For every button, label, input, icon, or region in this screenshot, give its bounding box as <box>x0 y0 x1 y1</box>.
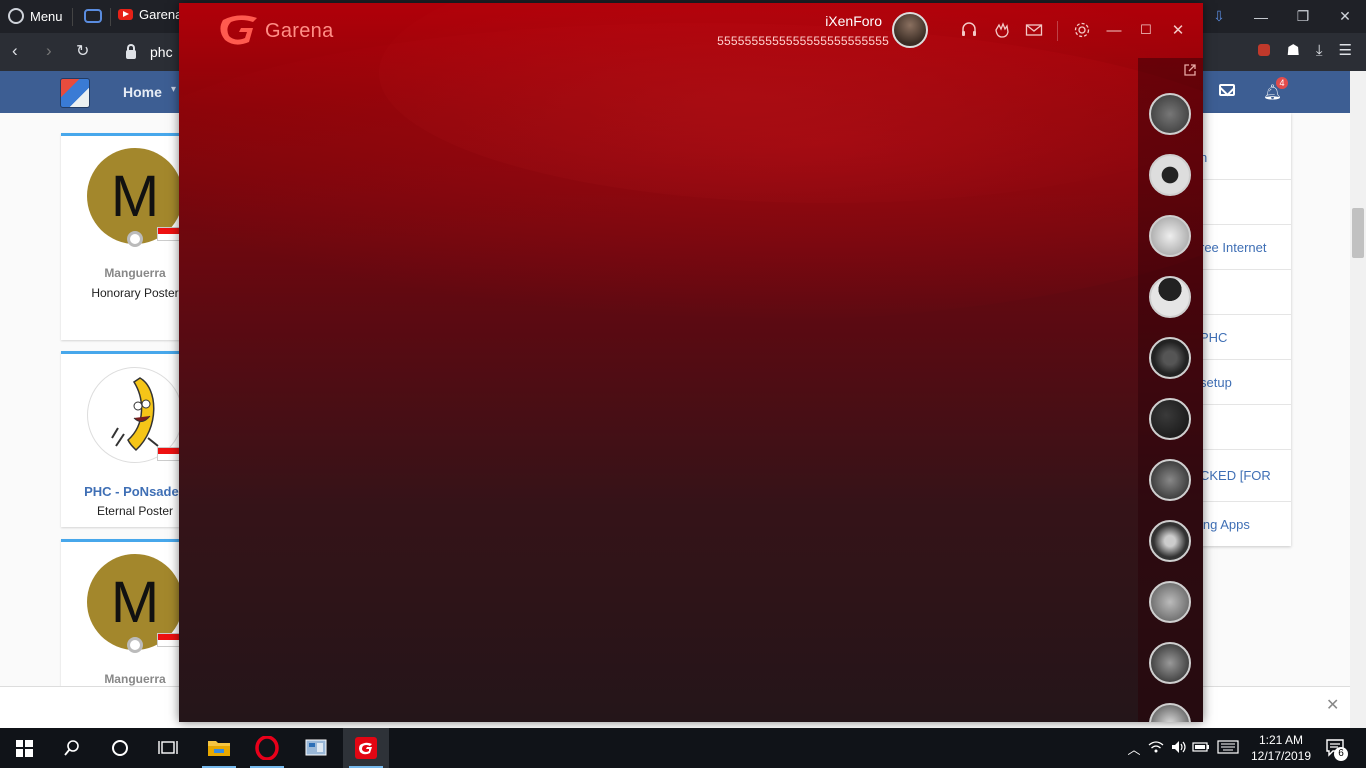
lock-icon <box>126 43 136 59</box>
close-icon[interactable]: ✕ <box>1169 21 1187 39</box>
chevron-down-icon[interactable]: ▾ <box>171 84 176 95</box>
forward-icon[interactable]: › <box>46 41 52 61</box>
mail-icon[interactable] <box>1219 84 1235 96</box>
online-status-icon <box>127 637 143 653</box>
profile-avatar[interactable] <box>892 12 928 48</box>
maximize-icon[interactable]: ☐ <box>1137 21 1155 39</box>
system-clock[interactable]: 1:21 AM 12/17/2019 <box>1246 732 1316 764</box>
hand-icon[interactable] <box>993 21 1011 39</box>
opera-menu-label: Menu <box>30 8 63 24</box>
friend-avatar[interactable] <box>1149 93 1191 135</box>
windows-icon <box>15 739 33 757</box>
friend-avatar[interactable] <box>1149 520 1191 562</box>
friend-avatar[interactable] <box>1149 154 1191 196</box>
window-controls: ⇩ — ❐ ✕ <box>1198 0 1366 33</box>
headset-icon[interactable] <box>960 21 978 39</box>
cortana-icon[interactable] <box>96 728 144 768</box>
profile-status[interactable]: 5555555555555555555555555 <box>699 34 889 48</box>
minimize-icon[interactable]: — <box>1240 0 1282 33</box>
tab-garena[interactable]: Garena <box>118 7 182 22</box>
chevron-up-icon[interactable]: ︿ <box>1124 739 1144 758</box>
flow-icon[interactable]: ⇩ <box>1198 0 1240 33</box>
extensions-bar: ☗ ⤓ ☰ <box>1258 41 1366 59</box>
extension-icon[interactable] <box>1258 44 1271 56</box>
friend-avatar[interactable] <box>1149 642 1191 684</box>
friend-avatar[interactable] <box>1149 398 1191 440</box>
download-icon[interactable]: ⤓ <box>1316 42 1323 59</box>
reload-icon[interactable]: ↻ <box>76 41 89 61</box>
file-explorer-icon[interactable] <box>196 728 242 768</box>
tab-title: Garena <box>139 7 183 22</box>
battery-icon[interactable] <box>1190 741 1212 756</box>
opera-icon <box>8 8 24 24</box>
clock-date: 12/17/2019 <box>1250 749 1312 763</box>
scrollbar-thumb[interactable] <box>1352 208 1364 258</box>
tab-separator <box>110 8 111 26</box>
clock-time: 1:21 AM <box>1258 733 1304 747</box>
task-view-icon[interactable] <box>144 728 192 768</box>
tab-separator <box>72 8 73 26</box>
friend-avatar[interactable] <box>1149 276 1191 318</box>
taskbar: ︿ 1:21 AM 12/17/2019 6 <box>0 728 1366 768</box>
page-scrollbar[interactable] <box>1350 71 1366 728</box>
online-status-icon <box>127 231 143 247</box>
flag-icon <box>157 227 181 241</box>
youtube-icon <box>118 9 133 20</box>
easy-setup-icon[interactable]: ☰ <box>1339 41 1352 59</box>
gaming-tab-icon[interactable] <box>84 9 102 23</box>
friend-avatar[interactable] <box>1149 581 1191 623</box>
back-icon[interactable]: ‹ <box>12 41 18 61</box>
popout-icon[interactable] <box>1183 63 1197 77</box>
keyboard-icon[interactable] <box>1212 739 1244 757</box>
garena-brand: Garena <box>265 20 334 42</box>
garena-window: Garena iXenForo 555555555555555555555555… <box>179 3 1203 722</box>
forum-logo[interactable] <box>60 78 90 108</box>
action-center-badge: 6 <box>1334 747 1348 761</box>
garena-logo-icon <box>220 15 257 45</box>
minimize-icon[interactable]: — <box>1105 21 1123 39</box>
friend-avatar[interactable] <box>1149 459 1191 501</box>
close-icon[interactable]: ✕ <box>1324 0 1366 33</box>
friend-avatar[interactable] <box>1149 337 1191 379</box>
robot-icon[interactable]: ☗ <box>1286 41 1299 59</box>
garena-taskbar-icon[interactable] <box>343 728 389 768</box>
volume-icon[interactable] <box>1168 740 1190 757</box>
friend-avatar[interactable] <box>1149 215 1191 257</box>
address-text: phc <box>150 44 173 60</box>
app-taskbar-icon[interactable] <box>293 728 339 768</box>
nav-home[interactable]: Home <box>123 84 162 100</box>
opera-menu-button[interactable]: Menu <box>8 6 63 26</box>
settings-gear-icon[interactable] <box>1073 21 1091 39</box>
search-icon[interactable] <box>48 728 96 768</box>
mail-icon[interactable] <box>1025 21 1043 39</box>
flag-icon <box>157 447 181 461</box>
profile-username[interactable]: iXenForo <box>739 13 882 29</box>
restore-icon[interactable]: ❐ <box>1282 0 1324 33</box>
divider <box>1057 21 1058 41</box>
opera-taskbar-icon[interactable] <box>244 728 290 768</box>
notification-badge: 4 <box>1276 77 1288 89</box>
flag-icon <box>157 633 181 647</box>
close-icon[interactable]: ✕ <box>1326 695 1339 715</box>
wifi-icon[interactable] <box>1144 740 1168 757</box>
start-button[interactable] <box>0 728 48 768</box>
system-tray: ︿ <box>1124 728 1244 768</box>
